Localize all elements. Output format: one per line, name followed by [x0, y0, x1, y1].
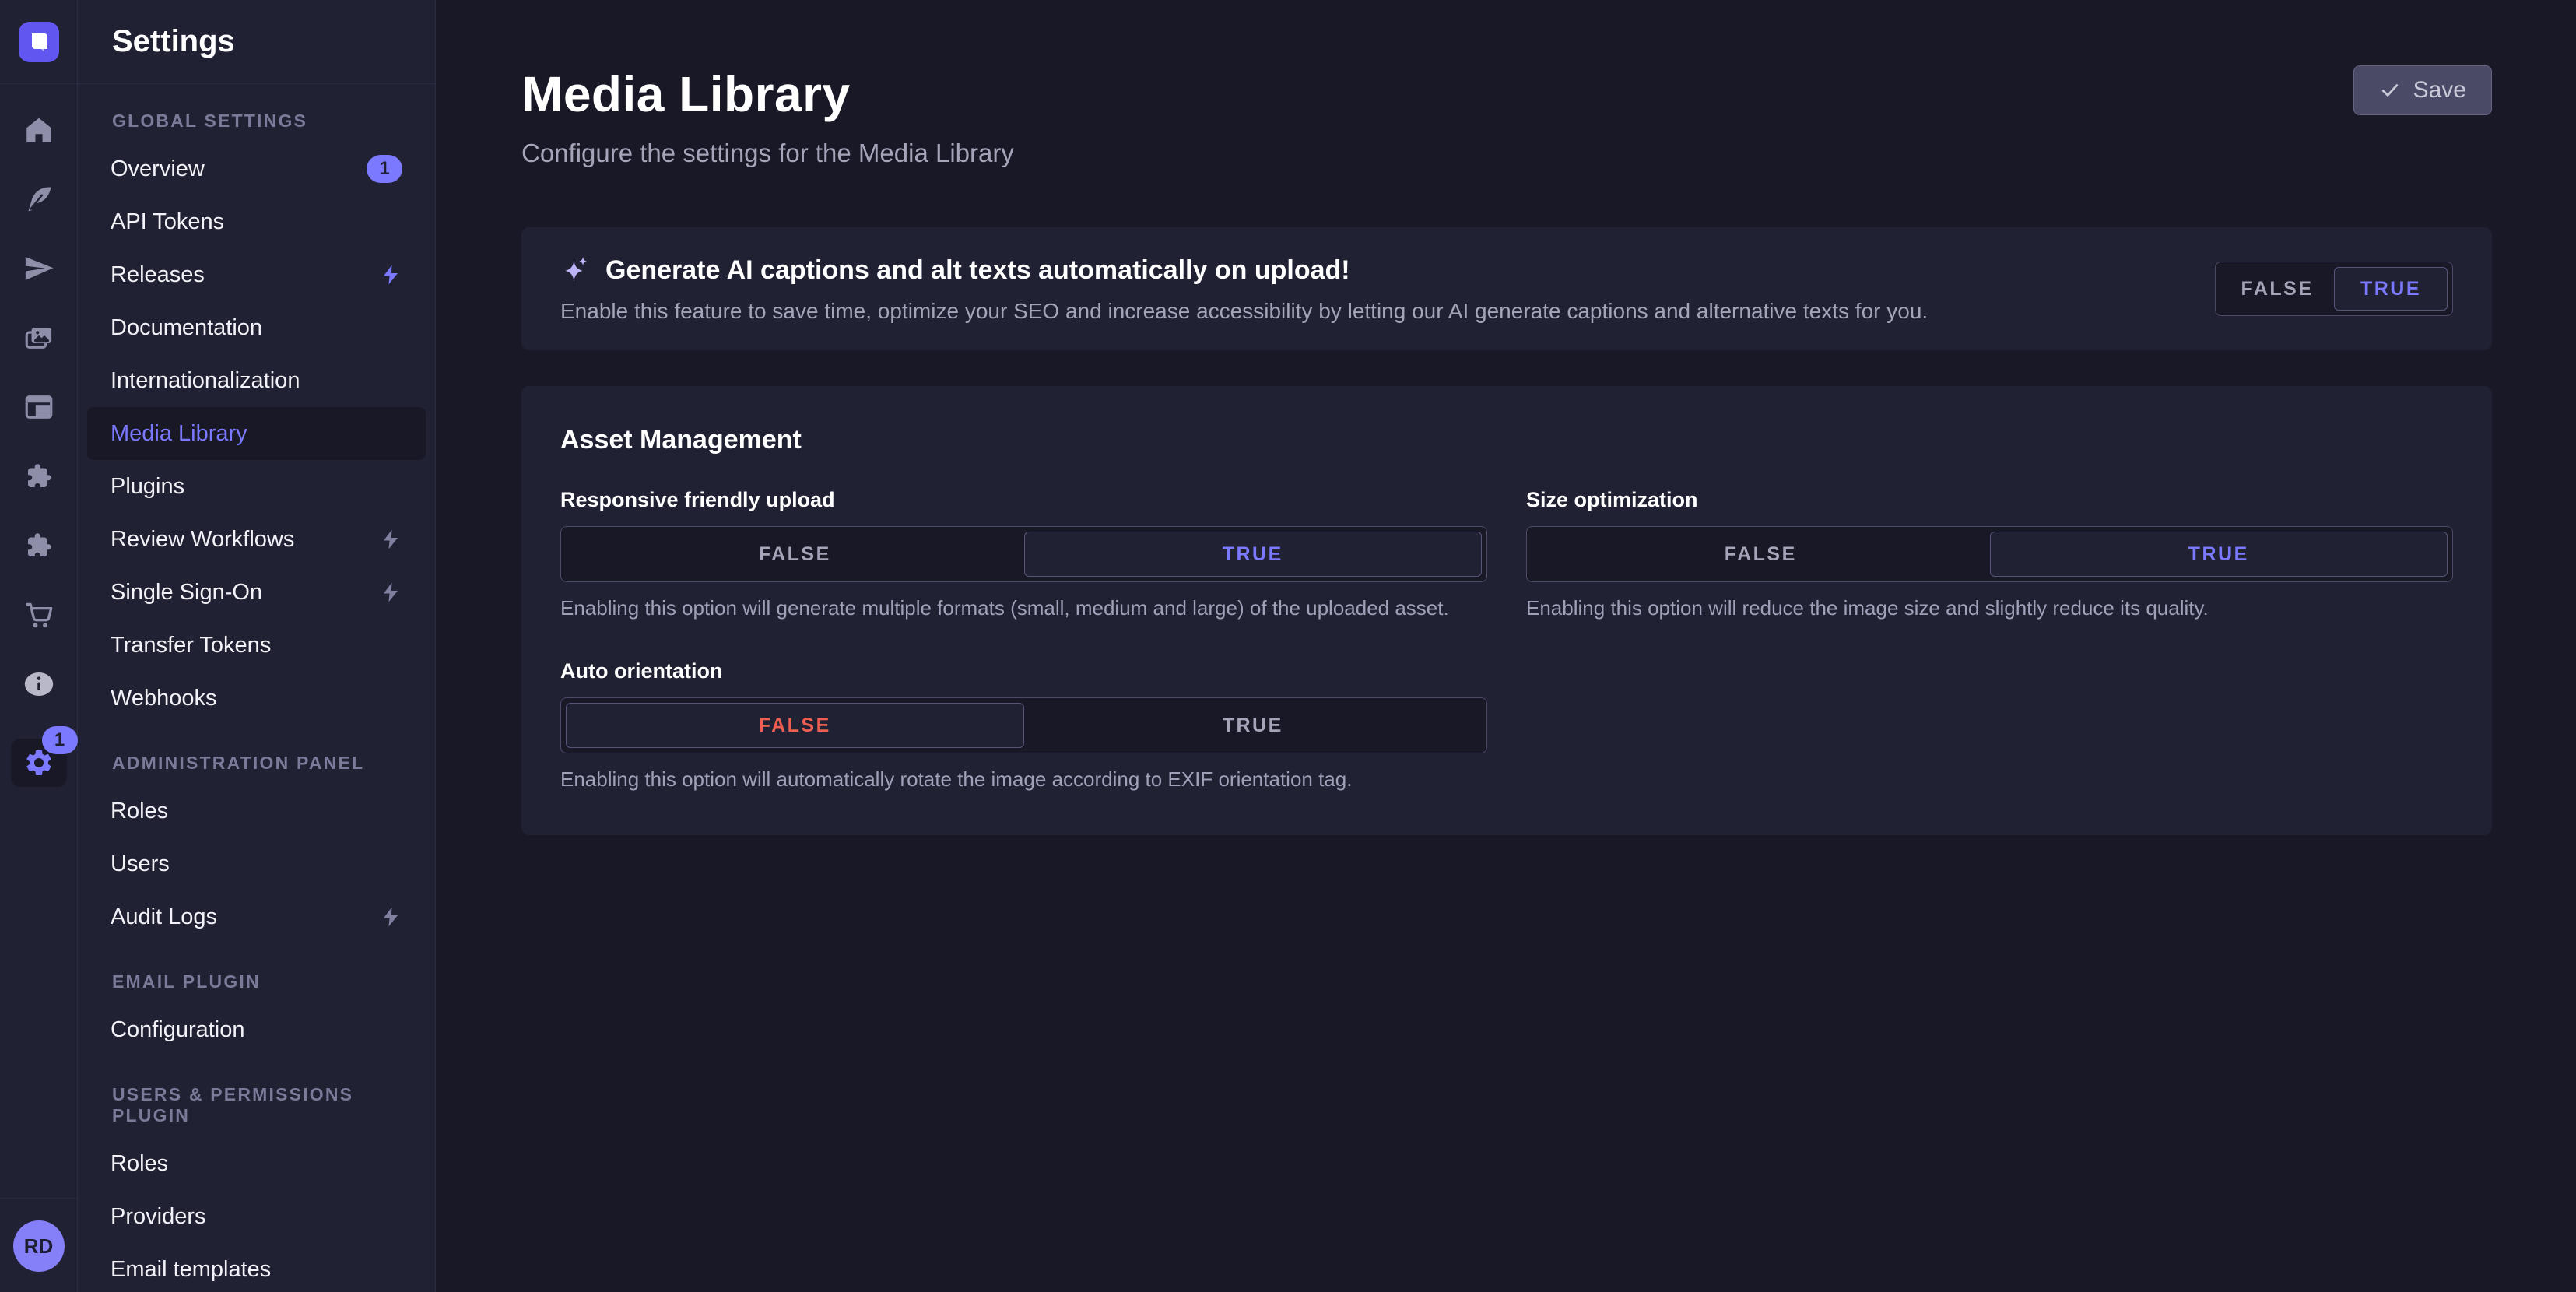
strapi-logo[interactable]	[19, 22, 59, 62]
sidebar-nav: GLOBAL SETTINGS Overview 1 API Tokens Re…	[78, 84, 435, 1292]
rail-icon-list: 1	[11, 114, 67, 787]
grid-spacer	[1526, 659, 2453, 792]
layout-icon[interactable]	[23, 391, 55, 423]
field-label: Size optimization	[1526, 488, 2453, 512]
banner-title: Generate AI captions and alt texts autom…	[605, 255, 1350, 286]
sparkles-icon	[560, 254, 593, 286]
page-title: Media Library	[521, 65, 1014, 123]
page-subtitle: Configure the settings for the Media Lib…	[521, 139, 1014, 168]
toggle-false-button[interactable]: FALSE	[566, 532, 1024, 577]
sidebar-item-review-workflows[interactable]: Review Workflows	[87, 513, 426, 566]
sidebar-item-audit-logs[interactable]: Audit Logs	[87, 890, 426, 943]
card-title: Asset Management	[560, 425, 2453, 455]
settings-notification-badge: 1	[42, 726, 78, 754]
sidebar-item-configuration[interactable]: Configuration	[87, 1003, 426, 1056]
check-icon	[2379, 79, 2401, 101]
banner-description: Enable this feature to save time, optimi…	[560, 299, 1928, 324]
auto-orientation-toggle: FALSE TRUE	[560, 697, 1487, 753]
rail-footer: RD	[0, 1198, 77, 1292]
toggle-true-button[interactable]: TRUE	[1024, 703, 1483, 748]
sidebar-item-providers[interactable]: Providers	[87, 1190, 426, 1243]
field-label: Auto orientation	[560, 659, 1487, 683]
paper-plane-icon[interactable]	[23, 252, 55, 285]
banner-text: Generate AI captions and alt texts autom…	[560, 254, 1928, 324]
sidebar-item-single-sign-on[interactable]: Single Sign-On	[87, 566, 426, 619]
fields-grid: Responsive friendly upload FALSE TRUE En…	[560, 488, 2453, 792]
section-label-global-settings: GLOBAL SETTINGS	[112, 111, 426, 132]
sidebar-header: Settings	[78, 0, 435, 84]
sidebar-item-releases[interactable]: Releases	[87, 248, 426, 301]
media-library-icon[interactable]	[23, 321, 55, 354]
main-content: Media Library Configure the settings for…	[436, 0, 2576, 1292]
sidebar-item-documentation[interactable]: Documentation	[87, 301, 426, 354]
sidebar-item-transfer-tokens[interactable]: Transfer Tokens	[87, 619, 426, 672]
icon-rail: 1 RD	[0, 0, 78, 1292]
settings-icon-active[interactable]: 1	[11, 739, 67, 787]
toggle-true-button[interactable]: TRUE	[1990, 532, 2448, 577]
cart-icon[interactable]	[23, 599, 55, 631]
lightning-icon	[379, 263, 402, 286]
field-auto-orientation: Auto orientation FALSE TRUE Enabling thi…	[560, 659, 1487, 792]
lightning-icon	[379, 905, 402, 929]
toggle-true-button[interactable]: TRUE	[1024, 532, 1483, 577]
rail-header	[0, 0, 77, 84]
sidebar-item-plugins[interactable]: Plugins	[87, 460, 426, 513]
ai-captions-banner: Generate AI captions and alt texts autom…	[521, 227, 2492, 350]
home-icon[interactable]	[23, 114, 55, 146]
sidebar-item-api-tokens[interactable]: API Tokens	[87, 195, 426, 248]
save-button[interactable]: Save	[2353, 65, 2492, 115]
sidebar-title: Settings	[112, 24, 235, 59]
page-header-text: Media Library Configure the settings for…	[521, 65, 1014, 168]
size-optimization-toggle: FALSE TRUE	[1526, 526, 2453, 582]
info-icon[interactable]	[23, 668, 55, 700]
toggle-true-button[interactable]: TRUE	[2334, 267, 2448, 311]
sidebar-item-users[interactable]: Users	[87, 837, 426, 890]
strapi-logo-mark	[19, 22, 59, 62]
lightning-icon	[379, 581, 402, 604]
field-hint: Enabling this option will reduce the ima…	[1526, 596, 2453, 620]
section-label-administration-panel: ADMINISTRATION PANEL	[112, 753, 426, 774]
puzzle-icon[interactable]	[23, 460, 55, 493]
field-responsive-friendly-upload: Responsive friendly upload FALSE TRUE En…	[560, 488, 1487, 620]
ai-captions-toggle: FALSE TRUE	[2215, 262, 2453, 316]
toggle-false-button[interactable]: FALSE	[566, 703, 1024, 748]
field-hint: Enabling this option will automatically …	[560, 767, 1487, 792]
sidebar-item-webhooks[interactable]: Webhooks	[87, 672, 426, 725]
avatar[interactable]: RD	[13, 1220, 65, 1272]
sidebar-item-internationalization[interactable]: Internationalization	[87, 354, 426, 407]
asset-management-card: Asset Management Responsive friendly upl…	[521, 386, 2492, 835]
lightning-icon	[379, 528, 402, 551]
settings-sidebar: Settings GLOBAL SETTINGS Overview 1 API …	[78, 0, 436, 1292]
toggle-false-button[interactable]: FALSE	[1532, 532, 1990, 577]
toggle-false-button[interactable]: FALSE	[2220, 267, 2334, 311]
sidebar-item-media-library[interactable]: Media Library	[87, 407, 426, 460]
section-label-users-permissions-plugin: USERS & PERMISSIONS PLUGIN	[112, 1084, 426, 1126]
puzzle-icon-2[interactable]	[23, 529, 55, 562]
sidebar-item-up-roles[interactable]: Roles	[87, 1137, 426, 1190]
field-size-optimization: Size optimization FALSE TRUE Enabling th…	[1526, 488, 2453, 620]
responsive-friendly-upload-toggle: FALSE TRUE	[560, 526, 1487, 582]
sidebar-item-admin-roles[interactable]: Roles	[87, 785, 426, 837]
section-label-email-plugin: EMAIL PLUGIN	[112, 971, 426, 992]
sidebar-item-email-templates[interactable]: Email templates	[87, 1243, 426, 1292]
page-header: Media Library Configure the settings for…	[521, 65, 2492, 168]
notification-badge: 1	[367, 155, 402, 183]
field-hint: Enabling this option will generate multi…	[560, 596, 1487, 620]
feather-icon[interactable]	[23, 183, 55, 216]
sidebar-item-overview[interactable]: Overview 1	[87, 142, 426, 195]
field-label: Responsive friendly upload	[560, 488, 1487, 512]
